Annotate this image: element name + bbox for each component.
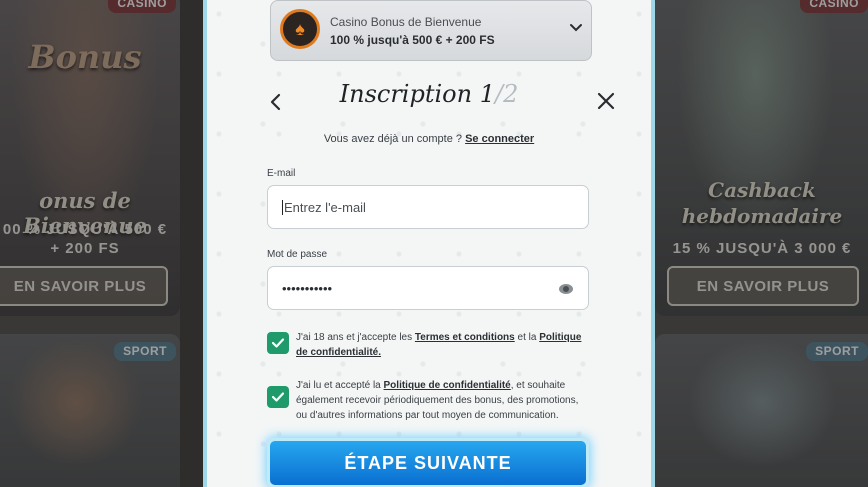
terms-prefix: J'ai 18 ans et j'accepte les xyxy=(296,332,415,343)
promo-subtitle-line1: 00 % JUSQU'À 500 € xyxy=(2,221,168,238)
terms-link[interactable]: Termes et conditions xyxy=(415,332,515,343)
promo-card-sport-right[interactable]: SPORT xyxy=(655,334,868,487)
sport-badge: SPORT xyxy=(806,342,868,361)
sport-badge: SPORT xyxy=(114,342,176,361)
text-caret xyxy=(282,199,283,215)
email-label: E-mail xyxy=(267,168,296,179)
next-step-button[interactable]: ÉTAPE SUIVANTE xyxy=(267,438,589,487)
promo-subtitle-line2: + 200 FS xyxy=(50,240,120,257)
login-link[interactable]: Se connecter xyxy=(465,133,534,145)
password-field-box[interactable]: ••••••••••• xyxy=(267,266,589,310)
marketing-consent: J'ai lu et accepté la Politique de confi… xyxy=(267,378,589,423)
login-prompt: Vous avez déjà un compte ? Se connecter xyxy=(207,133,651,145)
email-field[interactable] xyxy=(284,199,574,215)
terms-text: J'ai 18 ans et j'accepte les Termes et c… xyxy=(296,330,589,360)
marketing-text: J'ai lu et accepté la Politique de confi… xyxy=(296,378,589,423)
welcome-sign-text: Bonus xyxy=(28,38,142,76)
promo-card-cashback[interactable]: CASINO Cashback hebdomadaire 15 % JUSQU'… xyxy=(655,0,868,316)
registration-modal: ♠ Casino Bonus de Bienvenue 100 % jusqu'… xyxy=(203,0,655,487)
checkmark-icon xyxy=(271,338,285,348)
promo-card-sport-left[interactable]: SPORT xyxy=(0,334,180,487)
bonus-value: 100 % jusqu'à 500 € + 200 FS xyxy=(330,33,495,47)
marketing-prefix: J'ai lu et accepté la xyxy=(296,380,384,391)
eye-icon[interactable] xyxy=(558,281,574,297)
promo-card-welcome-bonus[interactable]: Bonus CASINO onus de Bienvenue 00 % JUSQ… xyxy=(0,0,180,316)
terms-consent: J'ai 18 ans et j'accepte les Termes et c… xyxy=(267,330,589,360)
terms-middle: et la xyxy=(514,332,540,343)
promo-title-line1: Cashback xyxy=(708,178,816,202)
password-label: Mot de passe xyxy=(267,249,328,260)
background-divider xyxy=(180,0,204,487)
privacy-policy-link[interactable]: Politique de confidentialité xyxy=(384,380,511,391)
promo-subtitle: 15 % JUSQU'À 3 000 € xyxy=(672,240,852,257)
card-suits-icon: ♠ xyxy=(280,9,320,49)
title-text: Inscription xyxy=(339,80,473,108)
learn-more-button[interactable]: EN SAVOIR PLUS xyxy=(0,266,168,306)
password-field[interactable]: ••••••••••• xyxy=(282,281,332,296)
login-prompt-text: Vous avez déjà un compte ? xyxy=(323,133,463,145)
close-icon[interactable] xyxy=(595,90,617,112)
chevron-down-icon[interactable] xyxy=(569,20,583,34)
marketing-checkbox[interactable] xyxy=(267,386,289,408)
step-current: 1 xyxy=(479,80,495,108)
promo-title-line2: hebdomadaire xyxy=(681,204,843,228)
bonus-selector[interactable]: ♠ Casino Bonus de Bienvenue 100 % jusqu'… xyxy=(270,0,592,61)
email-field-box[interactable] xyxy=(267,185,589,229)
casino-badge: CASINO xyxy=(108,0,176,13)
bonus-title: Casino Bonus de Bienvenue xyxy=(330,15,482,29)
page-title: Inscription 1/2 xyxy=(207,80,651,108)
learn-more-button[interactable]: EN SAVOIR PLUS xyxy=(667,266,859,306)
casino-badge: CASINO xyxy=(800,0,868,13)
step-total: /2 xyxy=(495,80,519,108)
terms-checkbox[interactable] xyxy=(267,332,289,354)
checkmark-icon xyxy=(271,392,285,402)
